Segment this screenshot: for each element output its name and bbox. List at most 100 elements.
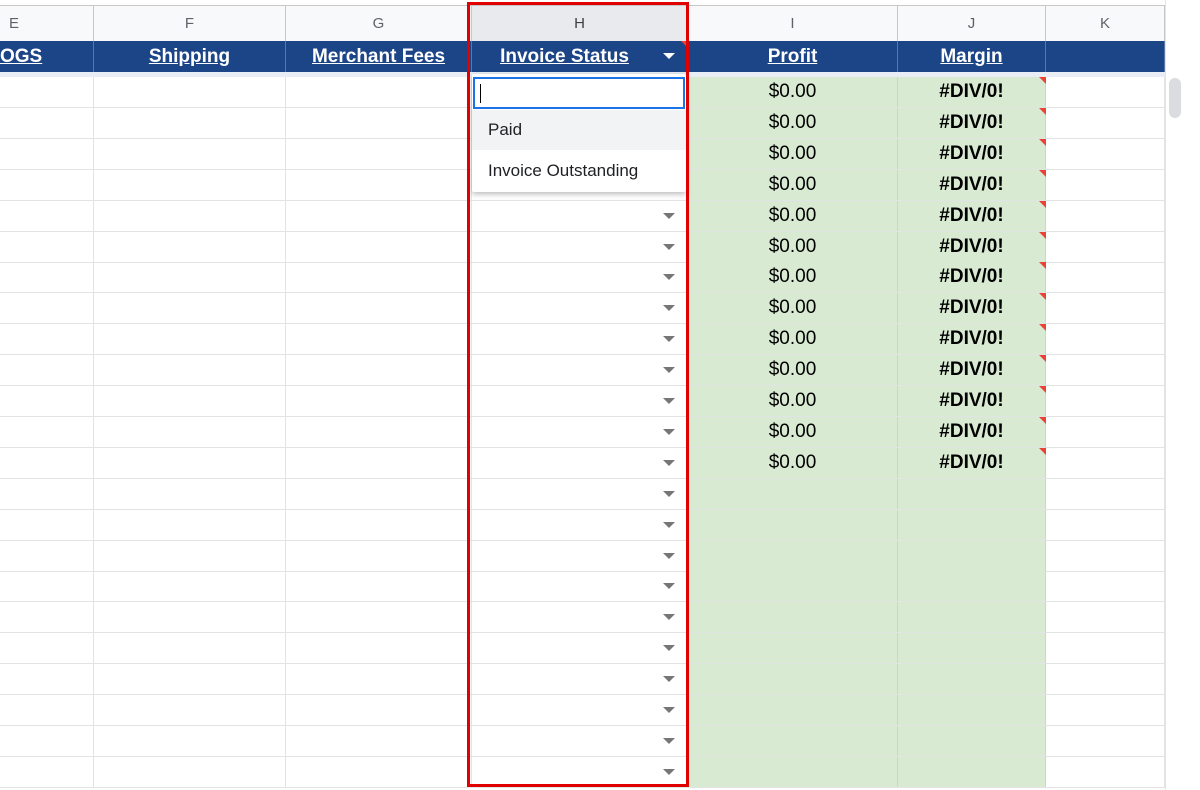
cell-invoice-status[interactable] (472, 324, 688, 355)
cell-margin[interactable]: #DIV/0! (898, 107, 1046, 138)
cell-profit[interactable] (688, 664, 898, 695)
cell-shipping[interactable] (94, 262, 286, 293)
chevron-down-icon[interactable] (663, 336, 675, 343)
chevron-down-icon[interactable] (663, 737, 675, 744)
cell-margin[interactable]: #DIV/0! (898, 416, 1046, 447)
cell-profit[interactable] (688, 725, 898, 756)
header-margin[interactable]: Margin (898, 41, 1046, 72)
cell-cogs[interactable] (0, 138, 94, 169)
cell-k[interactable] (1046, 231, 1165, 262)
cell-cogs[interactable] (0, 262, 94, 293)
cell-profit[interactable] (688, 633, 898, 664)
cell-cogs[interactable] (0, 416, 94, 447)
cell-invoice-status[interactable] (472, 447, 688, 478)
cell-shipping[interactable] (94, 695, 286, 725)
cell-margin[interactable] (898, 756, 1046, 787)
cell-invoice-status[interactable] (472, 478, 688, 509)
cell-profit[interactable] (688, 478, 898, 509)
cell-shipping[interactable] (94, 107, 286, 138)
cell-profit[interactable]: $0.00 (688, 447, 898, 478)
cell-margin[interactable] (898, 509, 1046, 540)
chevron-down-icon[interactable] (663, 583, 675, 590)
cell-merchant-fees[interactable] (286, 416, 472, 447)
chevron-down-icon[interactable] (663, 398, 675, 404)
chevron-down-icon[interactable] (663, 459, 675, 466)
chevron-down-icon[interactable] (663, 707, 675, 713)
cell-k[interactable] (1046, 293, 1165, 324)
cell-cogs[interactable] (0, 447, 94, 478)
cell-margin[interactable]: #DIV/0! (898, 386, 1046, 416)
cell-shipping[interactable] (94, 200, 286, 231)
cell-margin[interactable]: #DIV/0! (898, 447, 1046, 478)
cell-shipping[interactable] (94, 664, 286, 695)
cell-merchant-fees[interactable] (286, 200, 472, 231)
chevron-down-icon[interactable] (663, 212, 675, 219)
cell-k[interactable] (1046, 386, 1165, 416)
cell-margin[interactable] (898, 633, 1046, 664)
cell-profit[interactable]: $0.00 (688, 231, 898, 262)
cell-shipping[interactable] (94, 77, 286, 107)
cell-shipping[interactable] (94, 602, 286, 633)
chevron-down-icon[interactable] (663, 614, 675, 621)
cell-shipping[interactable] (94, 509, 286, 540)
cell-shipping[interactable] (94, 324, 286, 355)
cell-k[interactable] (1046, 200, 1165, 231)
cell-cogs[interactable] (0, 509, 94, 540)
cell-merchant-fees[interactable] (286, 77, 472, 107)
cell-invoice-status[interactable] (472, 293, 688, 324)
cell-profit[interactable]: $0.00 (688, 386, 898, 416)
cell-merchant-fees[interactable] (286, 695, 472, 725)
cell-margin[interactable]: #DIV/0! (898, 77, 1046, 107)
cell-shipping[interactable] (94, 756, 286, 787)
cell-k[interactable] (1046, 447, 1165, 478)
header-invoice-status[interactable]: Invoice Status (472, 41, 688, 72)
cell-margin[interactable]: #DIV/0! (898, 138, 1046, 169)
cell-invoice-status[interactable] (472, 200, 688, 231)
cell-margin[interactable] (898, 725, 1046, 756)
cell-margin[interactable]: #DIV/0! (898, 262, 1046, 293)
cell-k[interactable] (1046, 756, 1165, 787)
cell-merchant-fees[interactable] (286, 571, 472, 602)
header-profit[interactable]: Profit (688, 41, 898, 72)
cell-profit[interactable]: $0.00 (688, 416, 898, 447)
cell-margin[interactable]: #DIV/0! (898, 231, 1046, 262)
cell-merchant-fees[interactable] (286, 386, 472, 416)
dropdown-option-invoice-outstanding[interactable]: Invoice Outstanding (472, 151, 686, 191)
cell-margin[interactable]: #DIV/0! (898, 355, 1046, 386)
cell-invoice-status[interactable] (472, 540, 688, 571)
cell-cogs[interactable] (0, 633, 94, 664)
cell-cogs[interactable] (0, 324, 94, 355)
cell-margin[interactable] (898, 478, 1046, 509)
cell-shipping[interactable] (94, 386, 286, 416)
cell-margin[interactable] (898, 695, 1046, 725)
cell-merchant-fees[interactable] (286, 664, 472, 695)
cell-shipping[interactable] (94, 478, 286, 509)
cell-shipping[interactable] (94, 633, 286, 664)
cell-margin[interactable] (898, 571, 1046, 602)
cell-cogs[interactable] (0, 664, 94, 695)
cell-shipping[interactable] (94, 571, 286, 602)
cell-k[interactable] (1046, 602, 1165, 633)
cell-invoice-status[interactable] (472, 602, 688, 633)
cell-profit[interactable]: $0.00 (688, 324, 898, 355)
cell-cogs[interactable] (0, 77, 94, 107)
column-letter-h[interactable]: H (472, 6, 688, 41)
cell-profit[interactable]: $0.00 (688, 138, 898, 169)
cell-margin[interactable]: #DIV/0! (898, 200, 1046, 231)
chevron-down-icon[interactable] (663, 428, 675, 435)
cell-profit[interactable] (688, 756, 898, 787)
cell-k[interactable] (1046, 107, 1165, 138)
cell-margin[interactable] (898, 540, 1046, 571)
header-shipping[interactable]: Shipping (94, 41, 286, 72)
cell-k[interactable] (1046, 695, 1165, 725)
cell-profit[interactable] (688, 602, 898, 633)
cell-invoice-status[interactable] (472, 725, 688, 756)
cell-profit[interactable] (688, 540, 898, 571)
cell-profit[interactable] (688, 509, 898, 540)
cell-merchant-fees[interactable] (286, 262, 472, 293)
header-filter-dropdown-icon[interactable] (662, 41, 676, 72)
cell-merchant-fees[interactable] (286, 293, 472, 324)
cell-invoice-status[interactable] (472, 695, 688, 725)
chevron-down-icon[interactable] (663, 768, 675, 775)
cell-cogs[interactable] (0, 695, 94, 725)
